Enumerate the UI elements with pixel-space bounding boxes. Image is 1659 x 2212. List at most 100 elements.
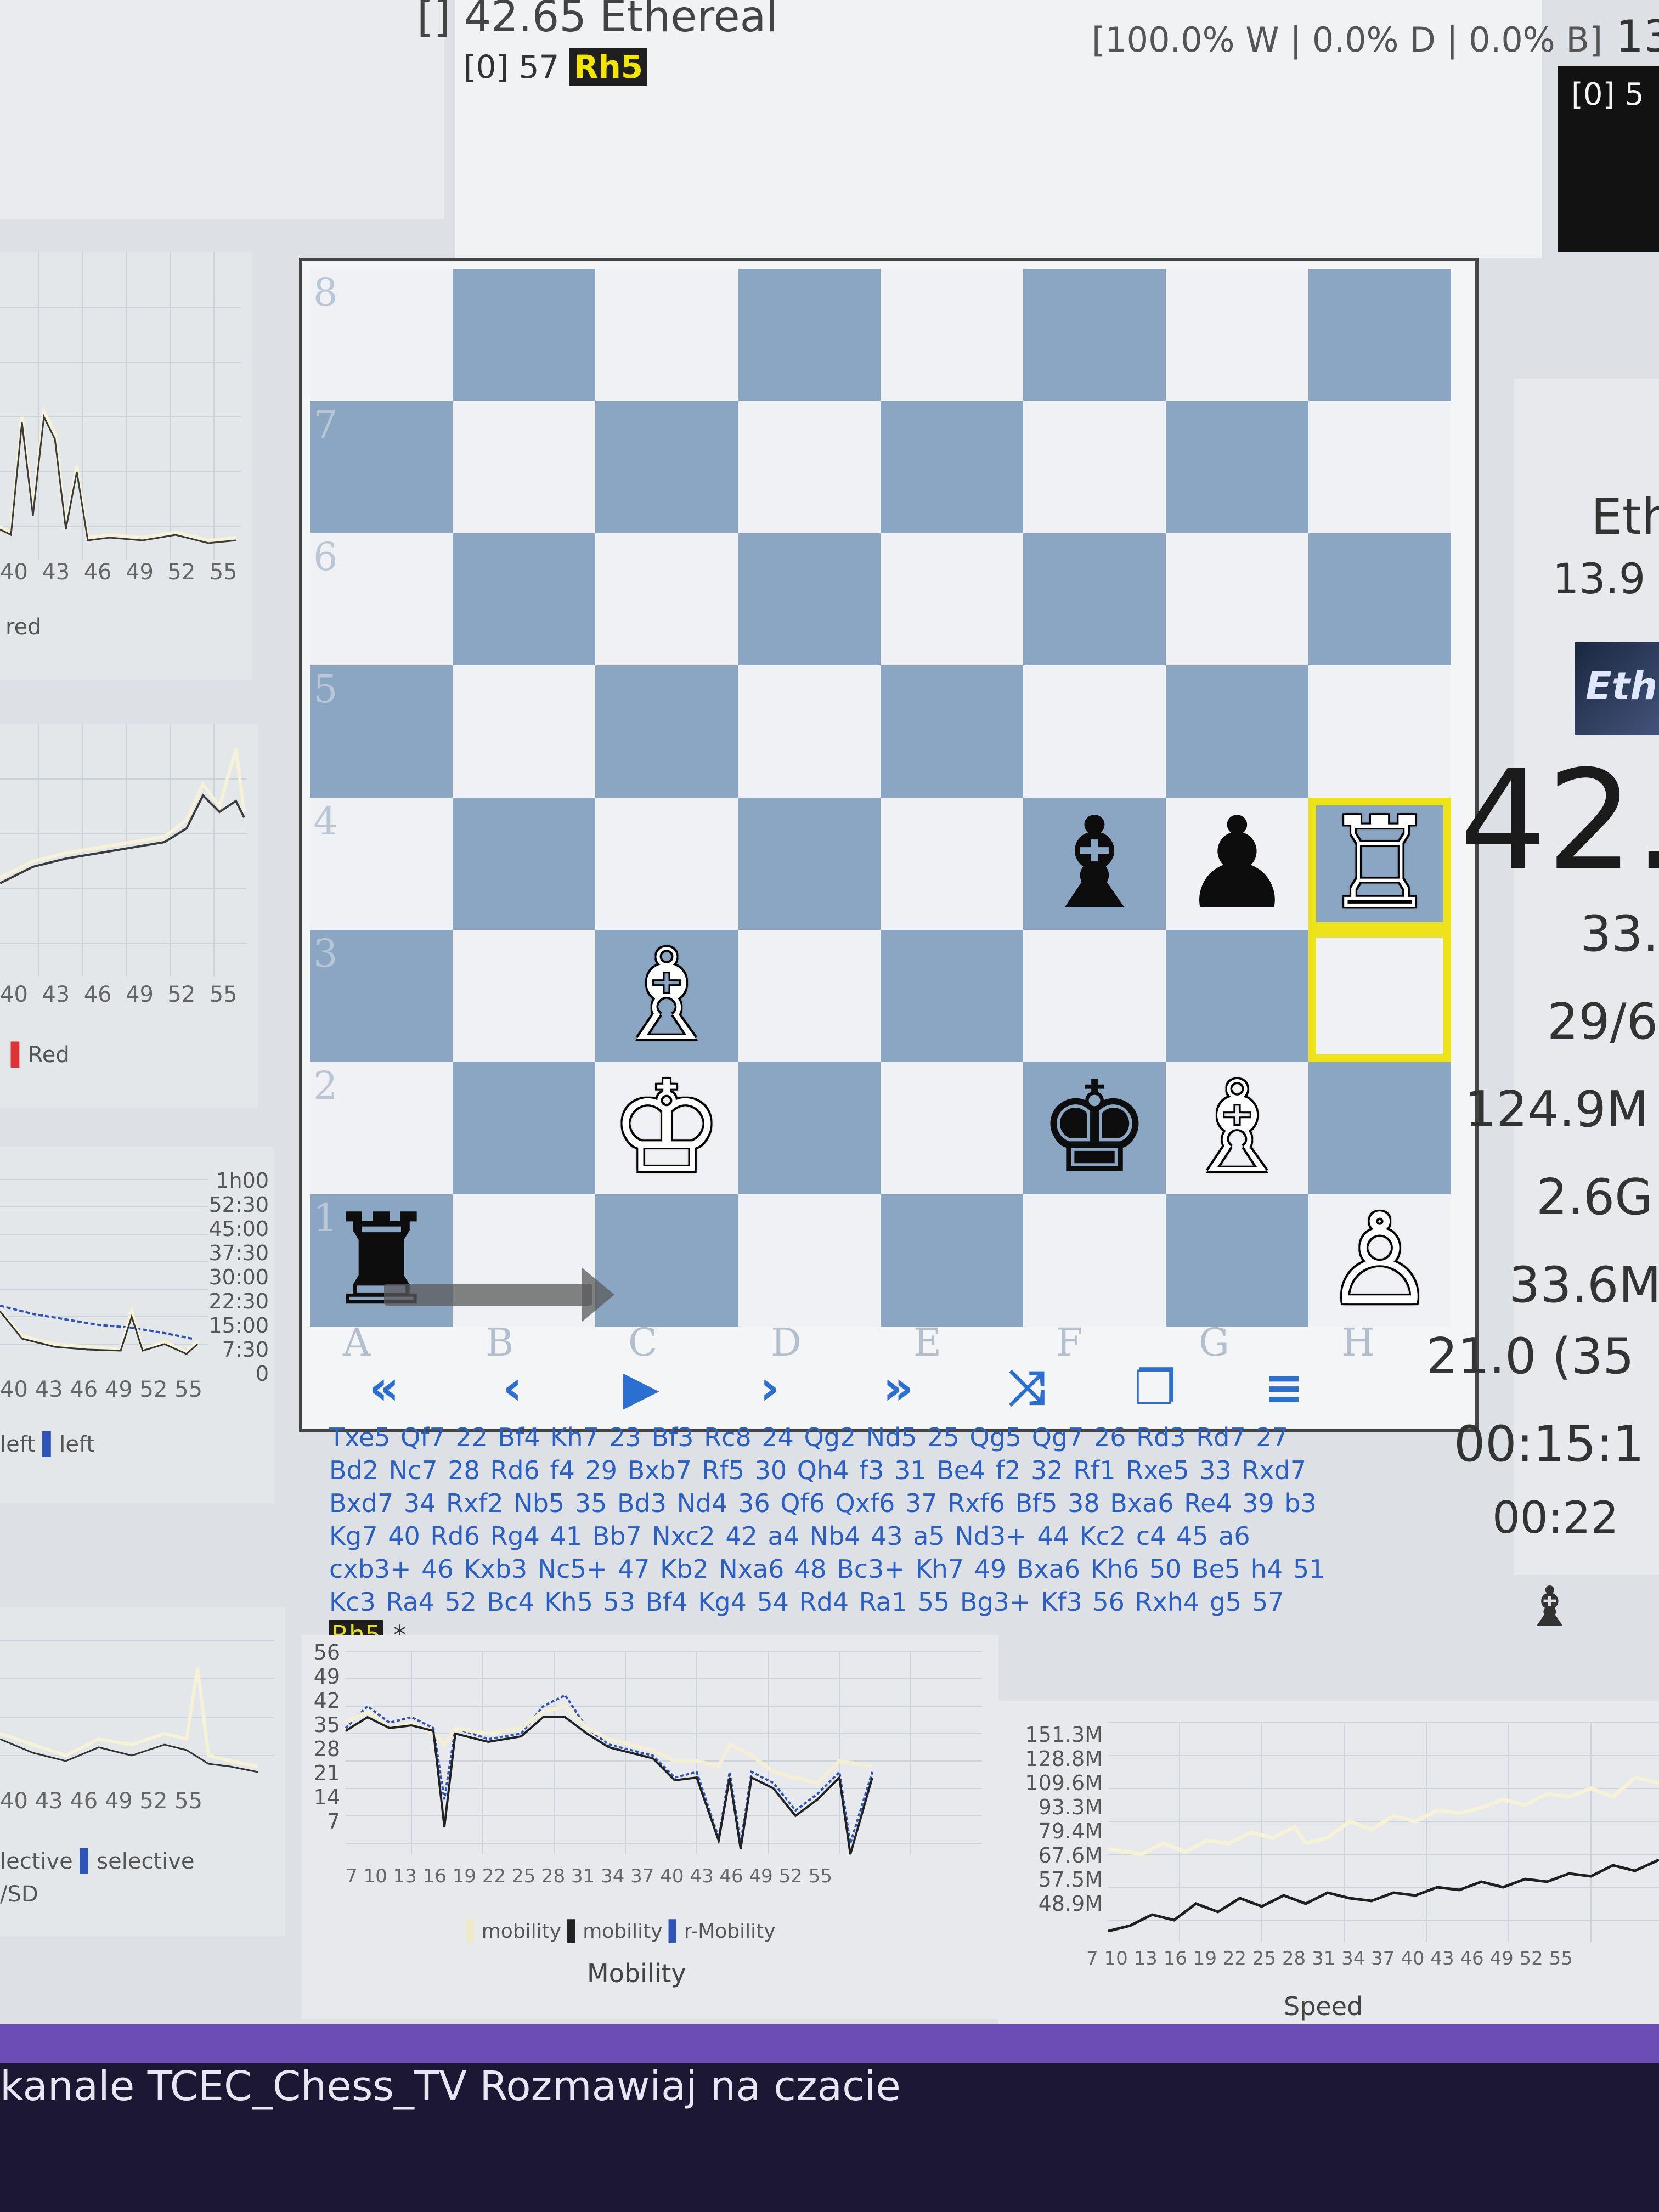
white-piece-g2[interactable]: ♗ [1166,1062,1308,1194]
square-h7[interactable] [1308,401,1451,533]
ytick: 7:30 [222,1338,269,1362]
square-a3[interactable]: 3 [310,930,453,1062]
square-b3[interactable] [453,930,595,1062]
square-f6[interactable] [1023,533,1166,665]
square-a8[interactable]: 8 [310,269,453,401]
square-f5[interactable] [1023,665,1166,798]
square-b6[interactable] [453,533,595,665]
white-piece-h4[interactable]: ♖ [1308,798,1451,930]
square-h5[interactable] [1308,665,1451,798]
black-piece-g4[interactable]: ♟ [1166,798,1308,930]
square-d8[interactable] [738,269,881,401]
square-g1[interactable]: G [1166,1194,1308,1365]
square-b8[interactable] [453,269,595,401]
white-piece-c2[interactable]: ♔ [595,1062,738,1194]
square-h6[interactable] [1308,533,1451,665]
square-e1[interactable]: E [881,1194,1023,1365]
ytick: 49 [313,1664,340,1689]
speed-chart: 151.3M 128.8M 109.6M 93.3M 79.4M 67.6M 5… [998,1701,1659,2030]
square-c2[interactable]: ♔ [595,1062,738,1194]
square-f4[interactable]: ♝ [1023,798,1166,930]
square-e5[interactable] [881,665,1023,798]
square-h4[interactable]: ♖ [1308,798,1451,930]
pv-current-move[interactable]: Rh5 [569,48,648,86]
left-chart-4-legend[interactable]: lective ▌selective [0,1849,195,1874]
square-d3[interactable] [738,930,881,1062]
flip-board-button[interactable]: ⤨ [994,1360,1059,1416]
square-b4[interactable] [453,798,595,930]
square-e4[interactable] [881,798,1023,930]
square-c4[interactable] [595,798,738,930]
rank-label: 7 [313,402,338,447]
tick: 40 [0,560,28,585]
copy-pgn-button[interactable]: ❐ [1122,1361,1188,1415]
menu-button[interactable]: ≡ [1251,1361,1317,1415]
square-a7[interactable]: 7 [310,401,453,533]
square-d2[interactable] [738,1062,881,1194]
square-a1[interactable]: 1 A ♜ [310,1194,453,1365]
first-move-button[interactable]: « [351,1361,417,1415]
left-chart-1-legend[interactable]: red [5,614,42,640]
white-piece-c3[interactable]: ♗ [595,930,738,1062]
square-f2[interactable]: ♚ [1023,1062,1166,1194]
square-b2[interactable] [453,1062,595,1194]
square-c6[interactable] [595,533,738,665]
square-e8[interactable] [881,269,1023,401]
square-d5[interactable] [738,665,881,798]
square-b7[interactable] [453,401,595,533]
tick: 13 [1133,1948,1158,1970]
square-b1[interactable]: B [453,1194,595,1365]
black-piece-a1[interactable]: ♜ [310,1194,453,1327]
tick: 10 [363,1865,387,1887]
left-chart-3-legend[interactable]: left ▌left [0,1432,95,1457]
mobility-legend[interactable]: ▌mobility ▌mobility ▌r-Mobility [466,1920,776,1943]
square-g3[interactable] [1166,930,1308,1062]
pgn-move-list[interactable]: Txe5 Qf7 22 Bf4 Kh7 23 Bf3 Rc8 24 Qg2 Nd… [329,1421,1328,1651]
square-f1[interactable]: F [1023,1194,1166,1365]
square-e2[interactable] [881,1062,1023,1194]
left-chart-2-legend[interactable]: ▌Red [11,1042,70,1068]
square-a5[interactable]: 5 [310,665,453,798]
square-h1[interactable]: H ♙ [1308,1194,1451,1365]
square-a2[interactable]: 2 [310,1062,453,1194]
square-d6[interactable] [738,533,881,665]
square-g5[interactable] [1166,665,1308,798]
square-g4[interactable]: ♟ [1166,798,1308,930]
chessboard[interactable]: 8 7 6 5 4 ♝ ♟ ♖ 3 ♗ 2 ♔ ♚ ♗ 1 A ♜ B C D E F G H ♙ [310,269,1451,1365]
square-f8[interactable] [1023,269,1166,401]
square-c7[interactable] [595,401,738,533]
square-h8[interactable] [1308,269,1451,401]
black-piece-f2[interactable]: ♚ [1023,1062,1166,1194]
square-e3[interactable] [881,930,1023,1062]
next-move-button[interactable]: › [737,1361,803,1415]
square-c3[interactable]: ♗ [595,930,738,1062]
previous-move-button[interactable]: ‹ [479,1361,545,1415]
square-c1[interactable]: C [595,1194,738,1365]
square-c8[interactable] [595,269,738,401]
square-b5[interactable] [453,665,595,798]
square-g6[interactable] [1166,533,1308,665]
last-move-button[interactable]: » [865,1361,931,1415]
square-h2[interactable] [1308,1062,1451,1194]
pgn-moves[interactable]: Txe5 Qf7 22 Bf4 Kh7 23 Bf3 Rc8 24 Qg2 Nd… [329,1423,1325,1617]
square-a4[interactable]: 4 [310,798,453,930]
square-d4[interactable] [738,798,881,930]
tick: 49 [126,560,154,585]
square-e6[interactable] [881,533,1023,665]
square-c5[interactable] [595,665,738,798]
square-f7[interactable] [1023,401,1166,533]
square-d7[interactable] [738,401,881,533]
rank-label: 3 [313,931,338,976]
square-h3[interactable] [1308,930,1451,1062]
square-g7[interactable] [1166,401,1308,533]
white-piece-h1[interactable]: ♙ [1308,1194,1451,1327]
black-piece-f4[interactable]: ♝ [1023,798,1166,930]
square-f3[interactable] [1023,930,1166,1062]
square-g2[interactable]: ♗ [1166,1062,1308,1194]
square-d1[interactable]: D [738,1194,881,1365]
square-g8[interactable] [1166,269,1308,401]
square-a6[interactable]: 6 [310,533,453,665]
square-e7[interactable] [881,401,1023,533]
play-button[interactable]: ▶ [608,1361,674,1415]
tick: 37 [1371,1948,1395,1970]
